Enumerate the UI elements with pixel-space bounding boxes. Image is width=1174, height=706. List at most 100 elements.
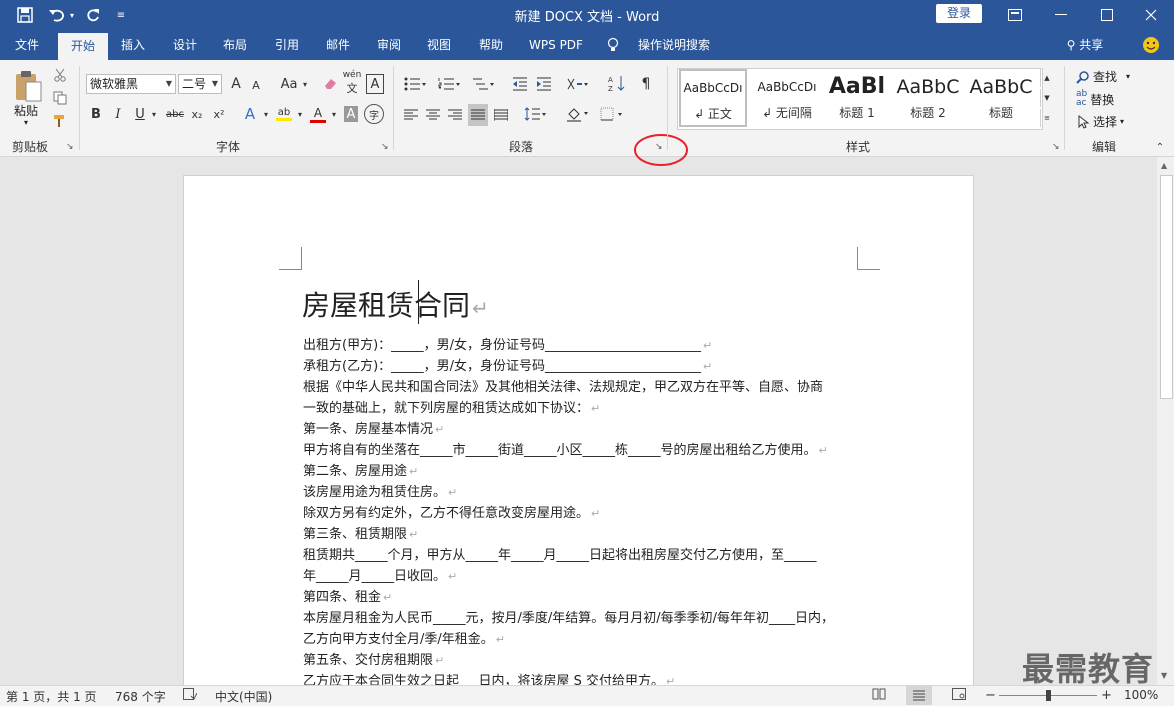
collapse-ribbon-icon[interactable]: ⌃ — [1152, 140, 1168, 154]
tab-view[interactable]: 视图 — [418, 30, 460, 60]
replace-button[interactable]: ab ac 替换 — [1076, 90, 1114, 108]
change-case-icon[interactable]: Aa — [278, 74, 300, 94]
zoom-out-icon[interactable]: − — [985, 688, 996, 703]
scroll-up-icon[interactable]: ▲ — [1161, 161, 1167, 170]
page-count[interactable]: 第 1 页，共 1 页 — [6, 688, 97, 705]
document-line[interactable]: 根据《中华人民共和国合同法》及其他相关法律、法规规定，甲乙双方在平等、自愿、协商 — [303, 376, 823, 395]
zoom-in-icon[interactable]: + — [1101, 688, 1112, 703]
document-line[interactable]: 第一条、房屋基本情况 ↵ — [303, 418, 444, 437]
font-name-select[interactable]: 微软雅黑 ▼ — [86, 74, 176, 94]
document-line[interactable]: 第五条、交付房租期限 ↵ — [303, 649, 444, 668]
bold-button[interactable]: B — [88, 104, 104, 124]
style-title[interactable]: AaBbC 标题 — [968, 70, 1034, 126]
document-line[interactable]: 一致的基础上，就下列房屋的租赁达成如下协议： ↵ — [303, 397, 600, 416]
minimize-icon[interactable] — [1038, 0, 1084, 30]
sort-icon[interactable]: AZ — [606, 72, 628, 94]
undo-dropdown-icon[interactable]: ▾ — [66, 4, 78, 26]
tab-design[interactable]: 设计 — [164, 30, 206, 60]
char-shading-icon[interactable]: A — [344, 106, 358, 122]
close-icon[interactable] — [1128, 0, 1174, 30]
styles-launcher-icon[interactable]: ↘ — [1052, 142, 1060, 152]
subscript-button[interactable]: x₂ — [188, 104, 206, 124]
customize-icon[interactable]: ≡ — [108, 4, 134, 26]
tab-layout[interactable]: 布局 — [214, 30, 256, 60]
underline-button[interactable]: U — [132, 104, 148, 124]
share-button[interactable]: ⚲ 共享 — [1060, 30, 1110, 60]
proofing-icon[interactable] — [183, 688, 198, 703]
vertical-scrollbar[interactable]: ▲ ▼ — [1157, 157, 1174, 685]
document-title[interactable]: 房屋租赁合同 ↵ — [302, 284, 489, 324]
ribbon-display-icon[interactable] — [992, 0, 1038, 30]
document-line[interactable]: 出租方(甲方)：_____，男/女，身份证号码_________________… — [303, 334, 712, 353]
distributed-icon[interactable] — [492, 106, 510, 124]
clipboard-launcher-icon[interactable]: ↘ — [66, 142, 74, 152]
style-no-spacing[interactable]: AaBbCcDı ↲ 无间隔 — [752, 70, 822, 126]
style-heading-2[interactable]: AaBbC 标题 2 — [896, 70, 960, 126]
document-line[interactable]: 第三条、租赁期限 ↵ — [303, 523, 418, 542]
multilevel-list-icon[interactable] — [470, 74, 496, 94]
align-left-icon[interactable] — [402, 106, 420, 124]
tab-mailings[interactable]: 邮件 — [317, 30, 359, 60]
tab-help[interactable]: 帮助 — [470, 30, 512, 60]
word-count[interactable]: 768 个字 — [115, 688, 166, 705]
chinese-layout-icon[interactable] — [564, 74, 590, 94]
smiley-icon[interactable] — [1140, 30, 1162, 60]
decrease-indent-icon[interactable] — [510, 74, 530, 94]
gallery-down-icon[interactable]: ▼ — [1040, 89, 1053, 107]
print-layout-icon[interactable] — [906, 686, 932, 705]
document-line[interactable]: 第四条、租金 ↵ — [303, 586, 392, 605]
document-line[interactable]: 乙方向甲方支付全月/季/年租金。 ↵ — [303, 628, 505, 647]
clear-format-icon[interactable] — [320, 74, 340, 94]
font-launcher-icon[interactable]: ↘ — [381, 142, 389, 152]
document-line[interactable]: 甲方将自有的坐落在_____市_____街道_____小区_____栋_____… — [303, 439, 828, 458]
strikethrough-button[interactable]: abc — [164, 104, 186, 124]
show-marks-icon[interactable]: ¶ — [638, 74, 654, 94]
paste-dropdown-icon[interactable]: ▾ — [24, 118, 28, 127]
document-line[interactable]: 第二条、房屋用途 ↵ — [303, 460, 418, 479]
phonetic-guide-icon[interactable]: wén 文 — [342, 70, 362, 95]
align-center-icon[interactable] — [424, 106, 442, 124]
web-layout-icon[interactable] — [952, 688, 966, 703]
document-line[interactable]: 租赁期共_____个月，甲方从_____年_____月_____日起将出租房屋交… — [303, 544, 817, 563]
paste-label[interactable]: 粘贴 — [14, 102, 38, 119]
chevron-down-icon[interactable]: ▾ — [150, 104, 158, 124]
tab-file[interactable]: 文件 — [4, 30, 50, 60]
read-mode-icon[interactable] — [872, 688, 886, 703]
save-icon[interactable] — [12, 4, 38, 26]
chevron-down-icon[interactable]: ▾ — [330, 104, 338, 124]
font-color-icon[interactable]: A — [308, 104, 328, 124]
tab-wps-pdf[interactable]: WPS PDF — [524, 30, 588, 60]
align-right-icon[interactable] — [446, 106, 464, 124]
justify-icon[interactable] — [468, 104, 488, 126]
document-line[interactable]: 该房屋用途为租赁住房。 ↵ — [303, 481, 457, 500]
shading-icon[interactable] — [564, 104, 590, 124]
char-border-icon[interactable]: A — [366, 74, 384, 94]
language[interactable]: 中文(中国) — [215, 688, 272, 705]
style-heading-1[interactable]: AaBl 标题 1 — [826, 70, 888, 126]
login-button[interactable]: 登录 — [936, 4, 982, 23]
borders-icon[interactable] — [598, 104, 624, 124]
text-effects-icon[interactable]: A — [240, 104, 260, 124]
maximize-icon[interactable] — [1084, 0, 1130, 30]
gallery-more-icon[interactable]: ≡ — [1040, 109, 1053, 127]
gallery-up-icon[interactable]: ▲ — [1040, 69, 1053, 87]
scroll-thumb[interactable] — [1160, 175, 1173, 399]
format-painter-icon[interactable] — [51, 112, 69, 130]
find-button[interactable]: 查找 ▾ — [1076, 68, 1130, 85]
chevron-down-icon[interactable]: ▾ — [262, 104, 270, 124]
numbering-icon[interactable] — [436, 74, 462, 94]
bullets-icon[interactable] — [402, 74, 428, 94]
document-line[interactable]: 除双方另有约定外，乙方不得任意改变房屋用途。 ↵ — [303, 502, 600, 521]
tab-home[interactable]: 开始 — [58, 33, 108, 60]
highlight-icon[interactable]: ab — [274, 104, 294, 124]
shrink-font-icon[interactable]: A — [248, 76, 264, 94]
chevron-down-icon[interactable]: ▾ — [300, 74, 310, 94]
select-button[interactable]: 选择 ▾ — [1076, 113, 1124, 130]
tell-me-search[interactable]: 操作说明搜索 — [634, 30, 714, 60]
chevron-down-icon[interactable]: ▾ — [296, 104, 304, 124]
cut-icon[interactable] — [51, 66, 69, 84]
increase-indent-icon[interactable] — [534, 74, 554, 94]
zoom-slider-thumb[interactable] — [1046, 690, 1051, 701]
font-size-select[interactable]: 二号 ▼ — [178, 74, 222, 94]
document-line[interactable]: 年_____月_____日收回。 ↵ — [303, 565, 457, 584]
